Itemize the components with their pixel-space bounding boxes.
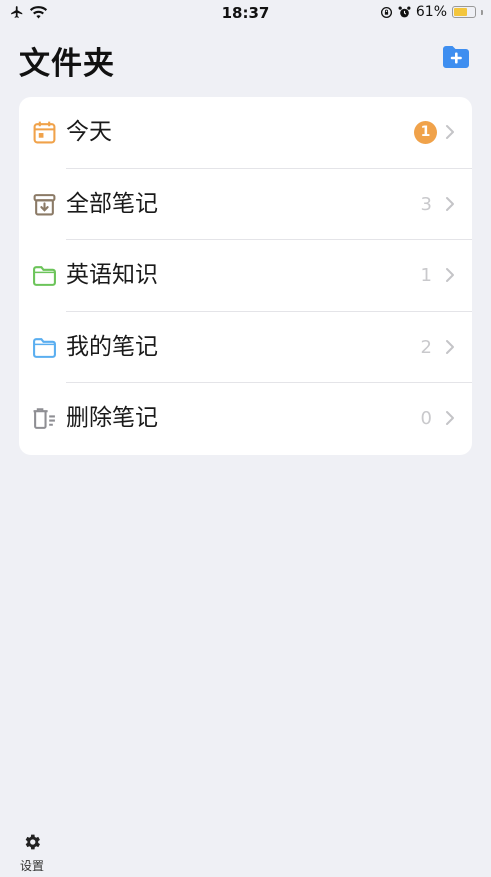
battery-cap	[481, 9, 483, 15]
folder-list: 今天 1 全部笔记 3 英语知识 1 我的笔记 2 删除笔记 0	[19, 97, 472, 455]
settings-label: 设置	[19, 859, 44, 873]
note-count: 3	[420, 193, 432, 215]
chevron-right-icon	[446, 125, 454, 139]
folder-row-english-knowledge[interactable]: 英语知识 1	[19, 240, 472, 312]
folder-label: 英语知识	[66, 262, 158, 289]
folder-row-deleted-notes[interactable]: 删除笔记 0	[19, 383, 472, 455]
battery-percentage: 61%	[415, 4, 447, 20]
calendar-icon	[33, 121, 56, 144]
note-count: 2	[420, 336, 432, 358]
status-bar: 18:37 61%	[0, 0, 491, 28]
folder-row-my-notes[interactable]: 我的笔记 2	[19, 312, 472, 384]
chevron-right-icon	[446, 411, 454, 426]
alarm-icon	[398, 6, 411, 17]
folder-label: 全部笔记	[66, 190, 158, 217]
add-folder-icon	[443, 46, 469, 68]
chevron-right-icon	[446, 268, 454, 283]
trash-icon	[33, 408, 55, 430]
folder-label: 今天	[66, 119, 112, 145]
orientation-lock-icon	[380, 6, 392, 18]
note-count: 0	[420, 408, 432, 430]
archive-box-icon	[33, 193, 56, 216]
count-badge: 1	[414, 121, 437, 144]
folder-label: 我的笔记	[66, 333, 158, 360]
folder-label: 删除笔记	[66, 405, 158, 432]
note-count: 1	[420, 265, 432, 287]
new-folder-button[interactable]	[441, 44, 471, 70]
folder-icon	[33, 266, 56, 287]
folder-row-all-notes[interactable]: 全部笔记 3	[19, 169, 472, 241]
chevron-right-icon	[446, 196, 454, 211]
chevron-right-icon	[446, 339, 454, 354]
page-title: 文件夹	[19, 46, 115, 82]
settings-button[interactable]: 设置	[14, 832, 50, 874]
battery-icon	[452, 6, 476, 18]
gear-icon	[25, 834, 40, 850]
folder-icon	[33, 337, 56, 358]
folder-row-today[interactable]: 今天 1	[19, 97, 472, 169]
